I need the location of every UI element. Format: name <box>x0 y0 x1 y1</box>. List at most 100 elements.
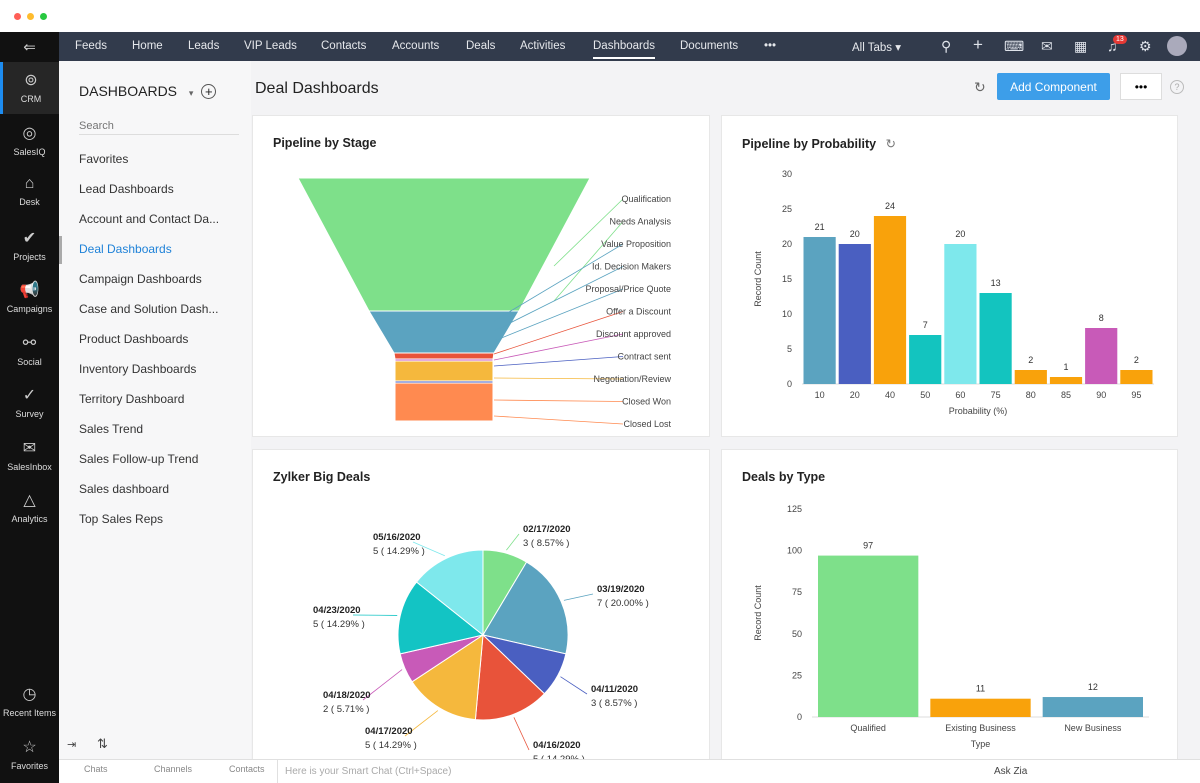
sidebar-item[interactable]: Inventory Dashboards <box>79 362 196 376</box>
sidebar-item[interactable]: Case and Solution Dash... <box>79 302 218 316</box>
y-axis-title: Record Count <box>753 251 763 307</box>
funnel-segment[interactable] <box>393 352 495 360</box>
bar[interactable] <box>944 244 977 384</box>
more-options-button[interactable]: ••• <box>1120 73 1162 100</box>
bar[interactable] <box>838 244 871 384</box>
nav-tab-deals[interactable]: Deals <box>466 40 495 52</box>
bar[interactable] <box>979 293 1012 384</box>
nav-tab-contacts[interactable]: Contacts <box>321 40 366 52</box>
help-icon[interactable]: ? <box>1170 80 1184 94</box>
close-window-button[interactable] <box>14 13 21 20</box>
funnel-segment[interactable] <box>368 310 520 354</box>
rail-item-desk[interactable]: ⌂ Desk <box>0 167 59 219</box>
bar[interactable] <box>1014 370 1047 384</box>
minimize-window-button[interactable] <box>27 13 34 20</box>
y-tick-label: 20 <box>782 239 792 249</box>
rail-item-recent[interactable]: ◷ Recent Items <box>0 684 59 718</box>
nav-tab-home[interactable]: Home <box>132 40 163 52</box>
rail-item-analytics[interactable]: △ Analytics <box>0 482 59 534</box>
avatar[interactable] <box>1167 36 1187 56</box>
bar[interactable] <box>1042 697 1143 717</box>
rail-item-social[interactable]: ⚯ Social <box>0 325 59 377</box>
chevron-down-icon[interactable]: ▾ <box>189 88 194 98</box>
bar[interactable] <box>818 555 919 717</box>
sidebar-item[interactable]: Territory Dashboard <box>79 392 184 406</box>
collapse-menu-icon[interactable]: ⇐ <box>0 38 59 56</box>
sort-icon[interactable]: ⇅ <box>97 736 108 752</box>
funnel-segment[interactable] <box>394 360 494 382</box>
plus-icon[interactable]: + <box>973 35 983 55</box>
channels-button[interactable]: Channels <box>154 764 192 774</box>
analytics-icon: △ <box>23 492 36 509</box>
bar[interactable] <box>909 335 942 384</box>
nav-tab-documents[interactable]: Documents <box>680 40 738 52</box>
nav-tab-accounts[interactable]: Accounts <box>392 40 439 52</box>
contacts-button[interactable]: Contacts <box>229 764 265 774</box>
chats-button[interactable]: Chats <box>84 764 108 774</box>
rail-item-survey[interactable]: ✓ Survey <box>0 377 59 429</box>
nav-tab-feeds[interactable]: Feeds <box>75 40 107 52</box>
bar[interactable] <box>1085 328 1118 384</box>
x-tick-label: 40 <box>885 390 895 400</box>
more-tabs-button[interactable]: ••• <box>764 40 776 52</box>
megaphone-icon: 📢 <box>19 282 40 299</box>
rail-item-salesinbox[interactable]: ✉ SalesInbox <box>0 430 59 482</box>
bar[interactable] <box>930 698 1031 717</box>
pipeline-by-stage-card: Pipeline by Stage Qualification Needs Ana… <box>252 115 710 437</box>
bar-value-label: 21 <box>815 222 825 232</box>
pie-slice-value: 5 ( 14.29% ) <box>313 619 365 630</box>
gear-icon[interactable]: ⚙ <box>1139 38 1152 55</box>
rail-item-projects[interactable]: ✔ Projects <box>0 220 59 272</box>
rail-item-crm[interactable]: ⊚ CRM <box>0 62 59 114</box>
ask-zia-button[interactable]: Ask Zia <box>994 766 1027 777</box>
sidebar-item[interactable]: Sales Trend <box>79 422 143 436</box>
funnel-leader-line <box>493 356 624 367</box>
bar[interactable] <box>803 237 836 384</box>
sidebar-item[interactable]: Sales Follow-up Trend <box>79 452 198 466</box>
calendar-icon[interactable]: ▦ <box>1074 38 1087 55</box>
funnel-segment[interactable] <box>394 382 494 422</box>
maximize-window-button[interactable] <box>40 13 47 20</box>
sidebar-item[interactable]: Lead Dashboards <box>79 182 174 196</box>
refresh-icon[interactable]: ↻ <box>974 79 986 96</box>
sidebar-item[interactable]: Campaign Dashboards <box>79 272 202 286</box>
sidebar-item[interactable]: Product Dashboards <box>79 332 188 346</box>
sidebar-item[interactable]: Favorites <box>79 152 128 166</box>
sidebar-item[interactable]: Deal Dashboards <box>79 242 172 256</box>
mail-icon[interactable]: ✉ <box>1041 38 1053 55</box>
add-dashboard-icon[interactable]: + <box>201 84 217 99</box>
bottom-bar: Chats Channels Contacts Here is your Sma… <box>59 759 1200 783</box>
window-titlebar <box>0 0 1200 32</box>
collapse-sidebar-icon[interactable]: ⇥ <box>67 738 76 751</box>
search-icon[interactable]: ⚲ <box>941 38 951 55</box>
rail-item-salesiq[interactable]: ◎ SalesIQ <box>0 115 59 167</box>
rail-item-favorites[interactable]: ☆ Favorites <box>0 737 59 771</box>
add-component-button[interactable]: Add Component <box>997 73 1110 100</box>
nav-tab-dashboards[interactable]: Dashboards <box>593 40 656 59</box>
crm-icon: ⊚ <box>24 72 38 89</box>
bar[interactable] <box>1120 370 1153 384</box>
sidebar-item[interactable]: Account and Contact Da... <box>79 212 219 226</box>
funnel-stage-label: Id. Decision Makers <box>592 262 672 272</box>
pie-slice-label: 04/11/2020 <box>591 684 638 695</box>
rail-item-campaigns[interactable]: 📢 Campaigns <box>0 272 59 324</box>
smart-chat-input[interactable]: Here is your Smart Chat (Ctrl+Space) <box>277 760 1047 783</box>
bar-value-label: 20 <box>850 229 860 239</box>
nav-tab-leads[interactable]: Leads <box>188 40 219 52</box>
funnel-stage-label: Offer a Discount <box>606 307 671 317</box>
funnel-segment[interactable] <box>297 177 591 312</box>
bar[interactable] <box>873 216 907 384</box>
sidebar-item[interactable]: Top Sales Reps <box>79 512 163 526</box>
all-tabs-dropdown[interactable]: All Tabs ▾ <box>852 40 901 54</box>
pie-slice-label: 03/19/2020 <box>597 584 645 595</box>
bar-value-label: 2 <box>1134 355 1139 365</box>
x-tick-label: 20 <box>850 390 860 400</box>
x-axis-title: Type <box>971 739 991 749</box>
bar[interactable] <box>1049 377 1083 384</box>
sidebar-item[interactable]: Sales dashboard <box>79 482 169 496</box>
gamepad-icon[interactable]: ⌨ <box>1004 38 1024 55</box>
sidebar-search-input[interactable] <box>79 118 239 135</box>
nav-tab-activities[interactable]: Activities <box>520 40 565 52</box>
nav-tab-vip-leads[interactable]: VIP Leads <box>244 40 297 52</box>
y-axis-title: Record Count <box>753 585 763 641</box>
